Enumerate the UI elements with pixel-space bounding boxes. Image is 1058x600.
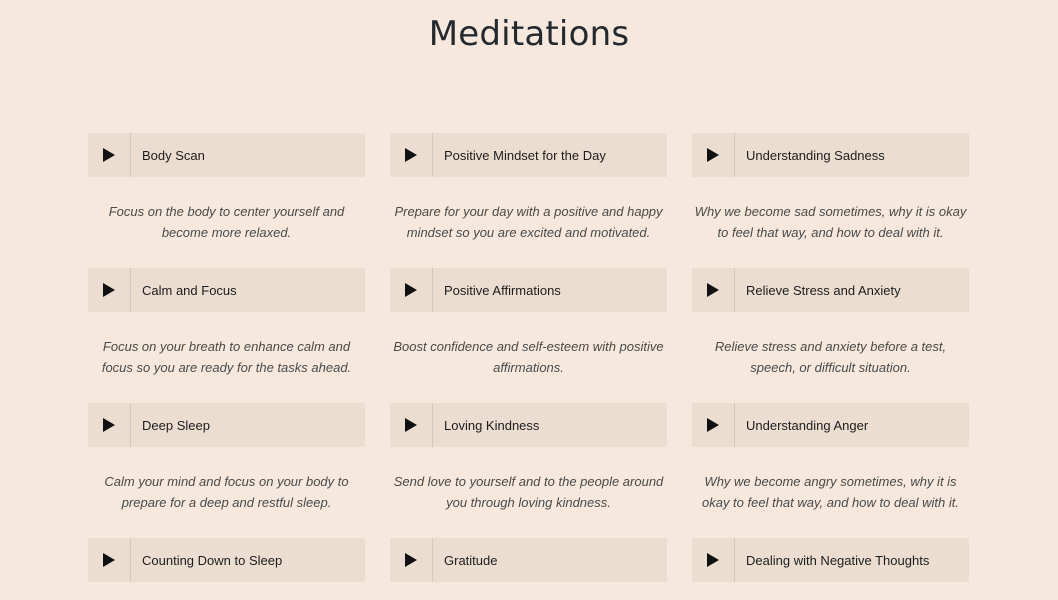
track-description: Why we become angry sometimes, why it is…	[701, 474, 960, 510]
audio-player[interactable]: Gratitude	[390, 538, 667, 582]
play-icon	[405, 148, 417, 162]
track-title: Positive Mindset for the Day	[444, 147, 606, 163]
play-icon	[405, 418, 417, 432]
play-icon	[707, 418, 719, 432]
track-description: Focus on the body to center yourself and…	[108, 204, 345, 240]
track-description: Focus on your breath to enhance calm and…	[101, 339, 352, 375]
play-button[interactable]	[88, 538, 131, 582]
play-button[interactable]	[88, 133, 131, 177]
play-icon	[405, 553, 417, 567]
meditation-item: Loving Kindness Send love to yourself an…	[390, 403, 667, 538]
audio-player[interactable]: Relieve Stress and Anxiety	[692, 268, 969, 312]
audio-player[interactable]: Calm and Focus	[88, 268, 365, 312]
play-button[interactable]	[692, 538, 735, 582]
meditation-item: Understanding Anger Why we become angry …	[692, 403, 969, 538]
meditation-item: Calm and Focus Focus on your breath to e…	[88, 268, 365, 403]
track-description: Prepare for your day with a positive and…	[394, 204, 663, 240]
track-description: Send love to yourself and to the people …	[393, 474, 664, 510]
meditation-item: Dealing with Negative Thoughts	[692, 538, 969, 582]
track-title: Deep Sleep	[142, 417, 210, 433]
meditation-item: Counting Down to Sleep	[88, 538, 365, 582]
meditation-item: Relieve Stress and Anxiety Relieve stres…	[692, 268, 969, 403]
play-icon	[405, 283, 417, 297]
play-icon	[103, 418, 115, 432]
meditation-item: Gratitude	[390, 538, 667, 582]
track-title: Counting Down to Sleep	[142, 552, 283, 568]
audio-player[interactable]: Understanding Sadness	[692, 133, 969, 177]
meditation-item: Understanding Sadness Why we become sad …	[692, 133, 969, 268]
play-button[interactable]	[692, 133, 735, 177]
play-icon	[103, 553, 115, 567]
track-description: Why we become sad sometimes, why it is o…	[694, 204, 967, 240]
play-button[interactable]	[692, 403, 735, 447]
track-title: Calm and Focus	[142, 282, 237, 298]
play-button[interactable]	[88, 268, 131, 312]
track-title: Relieve Stress and Anxiety	[746, 282, 901, 298]
play-button[interactable]	[390, 268, 433, 312]
track-description: Boost confidence and self-esteem with po…	[393, 339, 664, 375]
track-title: Positive Affirmations	[444, 282, 561, 298]
meditation-item: Deep Sleep Calm your mind and focus on y…	[88, 403, 365, 538]
track-title: Loving Kindness	[444, 417, 540, 433]
play-icon	[707, 148, 719, 162]
meditation-item: Body Scan Focus on the body to center yo…	[88, 133, 365, 268]
audio-player[interactable]: Dealing with Negative Thoughts	[692, 538, 969, 582]
play-icon	[103, 148, 115, 162]
meditations-grid: Body Scan Focus on the body to center yo…	[88, 133, 970, 582]
track-title: Dealing with Negative Thoughts	[746, 552, 930, 568]
audio-player[interactable]: Loving Kindness	[390, 403, 667, 447]
play-button[interactable]	[88, 403, 131, 447]
meditation-item: Positive Affirmations Boost confidence a…	[390, 268, 667, 403]
track-title: Understanding Anger	[746, 417, 869, 433]
play-icon	[707, 283, 719, 297]
track-description: Relieve stress and anxiety before a test…	[714, 339, 947, 375]
play-button[interactable]	[390, 538, 433, 582]
track-title: Body Scan	[142, 147, 205, 163]
meditation-item: Positive Mindset for the Day Prepare for…	[390, 133, 667, 268]
play-button[interactable]	[390, 403, 433, 447]
play-button[interactable]	[692, 268, 735, 312]
track-description: Calm your mind and focus on your body to…	[104, 474, 349, 510]
audio-player[interactable]: Positive Mindset for the Day	[390, 133, 667, 177]
audio-player[interactable]: Deep Sleep	[88, 403, 365, 447]
page-title: Meditations	[428, 14, 630, 54]
audio-player[interactable]: Positive Affirmations	[390, 268, 667, 312]
audio-player[interactable]: Body Scan	[88, 133, 365, 177]
play-button[interactable]	[390, 133, 433, 177]
play-icon	[707, 553, 719, 567]
play-icon	[103, 283, 115, 297]
track-title: Understanding Sadness	[746, 147, 885, 163]
audio-player[interactable]: Understanding Anger	[692, 403, 969, 447]
audio-player[interactable]: Counting Down to Sleep	[88, 538, 365, 582]
track-title: Gratitude	[444, 552, 498, 568]
